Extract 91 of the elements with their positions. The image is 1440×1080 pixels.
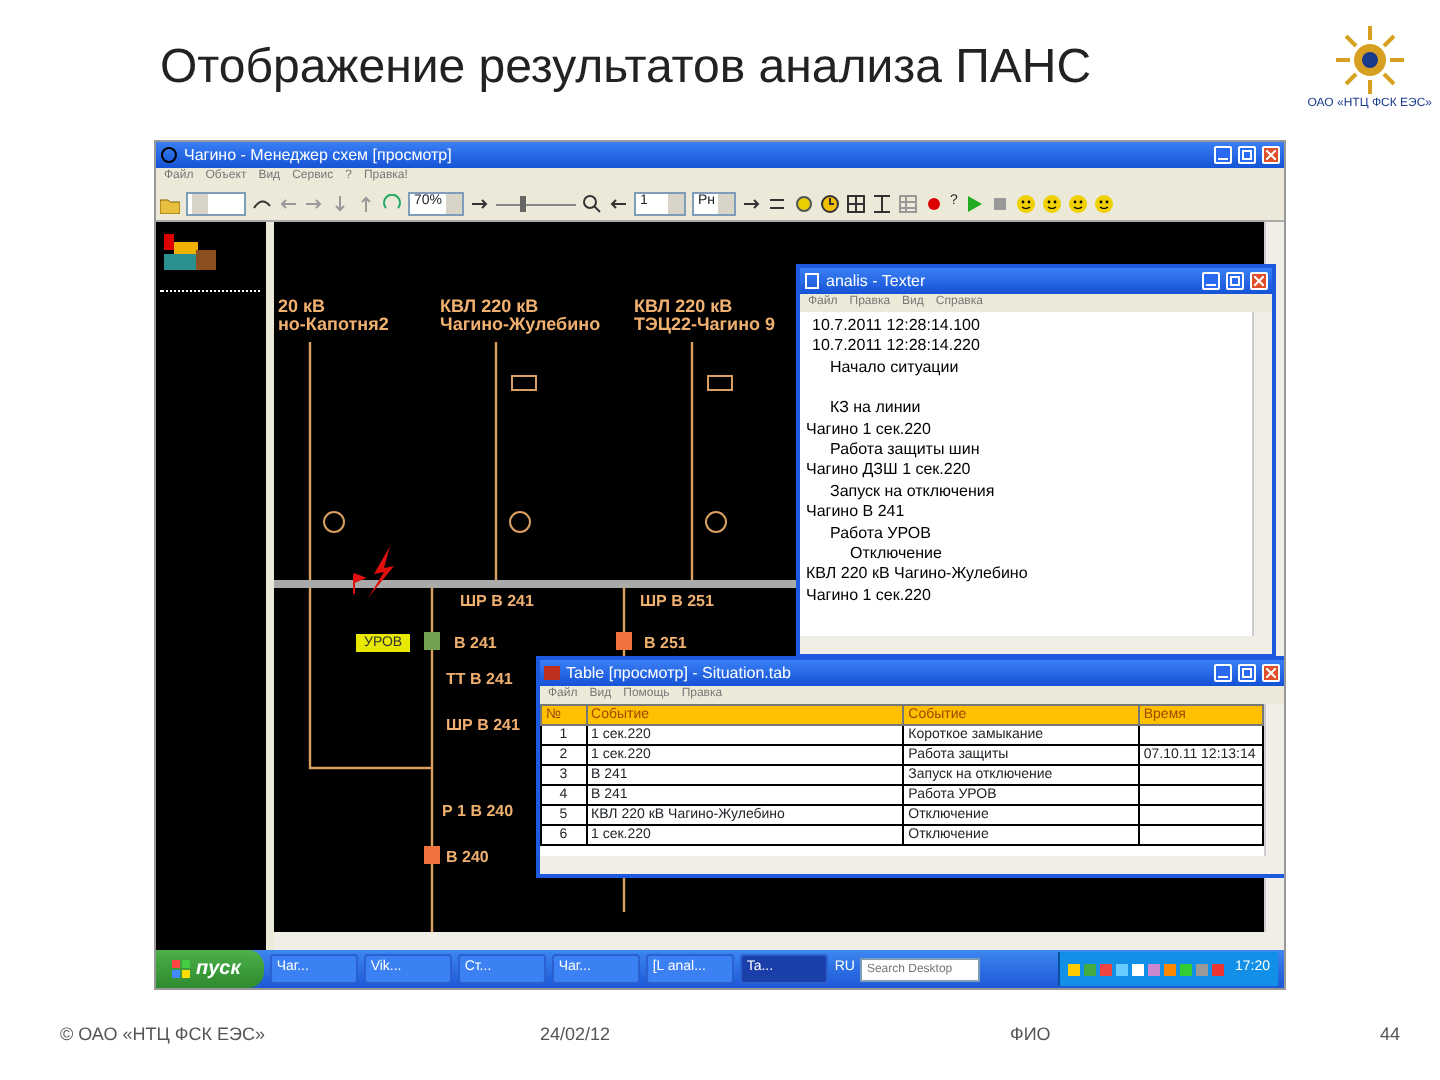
close-button[interactable]: [1262, 664, 1280, 682]
transformer-icon: [705, 511, 727, 533]
close-icon: [1254, 276, 1264, 286]
window-title: Table [просмотр] - Situation.tab: [566, 661, 791, 685]
right-arrow-icon[interactable]: [304, 193, 324, 213]
bay-label: В 251: [644, 634, 687, 652]
slider-thumb[interactable]: [520, 195, 526, 211]
windows-logo-icon: [172, 960, 190, 978]
reactor-icon: [511, 375, 537, 391]
bay-label: ТТ В 241: [446, 670, 513, 688]
back-arrow-icon[interactable]: [608, 193, 628, 213]
bay-label: ШР В 251: [640, 592, 714, 610]
copyright-text: © ОАО «НТЦ ФСК ЕЭС»: [60, 1021, 267, 1048]
align-icon[interactable]: [872, 193, 892, 213]
text-line: Отключение: [848, 544, 944, 565]
down-arrow-icon[interactable]: [330, 193, 350, 213]
combo-field[interactable]: [186, 191, 246, 215]
page-number: 44: [1380, 1021, 1401, 1048]
breaker-icon: [616, 632, 632, 650]
bay-label: В 240: [446, 848, 489, 866]
line-label: КВЛ 220 кВ: [634, 296, 733, 316]
text-line: Чагино ДЗШ 1 сек.220: [806, 460, 973, 482]
vertical-scrollbar[interactable]: [1264, 704, 1284, 856]
text-line: Чагино 1 сек.220: [806, 419, 933, 441]
window-title: Чагино - Менеджер схем [просмотр]: [184, 143, 452, 167]
text-line: Работа защиты шин: [828, 440, 982, 461]
maximize-button[interactable]: [1238, 146, 1256, 164]
bay-label: ШР В 241: [460, 592, 534, 610]
folder-icon[interactable]: [160, 193, 180, 213]
up-arrow-icon[interactable]: [356, 193, 376, 213]
line-label: Чагино-Жулебино: [440, 314, 601, 334]
flag-icon: [353, 573, 367, 595]
breaker-icon: [424, 632, 440, 650]
smiley-icon[interactable]: [1093, 193, 1114, 213]
forward-arrow-icon[interactable]: [742, 193, 762, 213]
text-line: Начало ситуации: [828, 357, 961, 379]
slide-title: Отображение результатов анализа ПАНС: [160, 38, 1092, 98]
refresh-icon[interactable]: [382, 193, 402, 213]
maximize-button[interactable]: [1238, 664, 1256, 682]
close-icon: [1266, 150, 1276, 160]
minimize-button[interactable]: [1214, 146, 1232, 164]
text-line: 10.7.2011 12:28:14.220: [810, 336, 982, 358]
transformer-icon: [323, 511, 345, 533]
dotted-divider: [160, 290, 260, 292]
text-line: Запуск на отключения: [828, 481, 997, 503]
maximize-button[interactable]: [1226, 272, 1244, 290]
zoom-slider[interactable]: [496, 195, 576, 211]
pointer-arrow-icon[interactable]: [470, 193, 490, 213]
text-line: Работа УРОВ: [828, 523, 933, 545]
text-line: Чагино В 241: [806, 502, 907, 524]
window-title: analis - Texter: [826, 269, 926, 293]
close-button[interactable]: [1262, 146, 1280, 164]
author-text: ФИО: [1010, 1021, 1053, 1048]
text-line: КЗ на линии: [828, 398, 923, 420]
maximize-icon: [1230, 276, 1240, 286]
transformer-icon: [509, 511, 531, 533]
text-line: КВЛ 220 кВ Чагино-Жулебино: [806, 564, 1030, 586]
smiley-icon[interactable]: [1041, 193, 1062, 213]
smiley-icon[interactable]: [1015, 193, 1036, 213]
play-icon[interactable]: [963, 193, 984, 213]
minimize-button[interactable]: [1214, 664, 1232, 682]
horizontal-scrollbar[interactable]: [274, 932, 1284, 950]
clock-icon[interactable]: [820, 193, 840, 213]
text-line: 10.7.2011 12:28:14.100: [810, 316, 982, 337]
date-text: 24/02/12: [540, 1021, 613, 1048]
record-icon[interactable]: [924, 193, 944, 213]
breaker-icon: [424, 846, 440, 864]
app-icon: [160, 146, 178, 164]
line-label: 20 кВ: [278, 296, 326, 316]
bay-label: ШР В 241: [446, 716, 520, 734]
maximize-icon: [1242, 668, 1252, 678]
maximize-icon: [1242, 150, 1252, 160]
magnifier-icon[interactable]: [582, 193, 602, 213]
horizontal-scrollbar[interactable]: [540, 856, 1284, 874]
app-icon: [544, 664, 560, 682]
app-icon: [804, 272, 820, 290]
bay-label: Р 1 В 240: [442, 802, 514, 820]
line-label: ТЭЦ22-Чагино 9: [634, 314, 776, 334]
start-button[interactable]: пуск: [156, 950, 265, 988]
reactor-icon: [707, 375, 733, 391]
line-label: КВЛ 220 кВ: [440, 296, 539, 316]
text-line: Чагино 1 сек.220: [806, 585, 933, 607]
smiley-icon[interactable]: [1067, 193, 1088, 213]
vertical-scrollbar[interactable]: [1252, 312, 1272, 636]
grid-icon[interactable]: [846, 193, 866, 213]
close-icon: [1266, 668, 1276, 678]
horizontal-scrollbar[interactable]: [800, 636, 1272, 654]
minimize-button[interactable]: [1202, 272, 1220, 290]
line-label: но-Капотня2: [278, 314, 389, 334]
close-button[interactable]: [1250, 272, 1268, 290]
bay-label: В 241: [454, 634, 497, 652]
